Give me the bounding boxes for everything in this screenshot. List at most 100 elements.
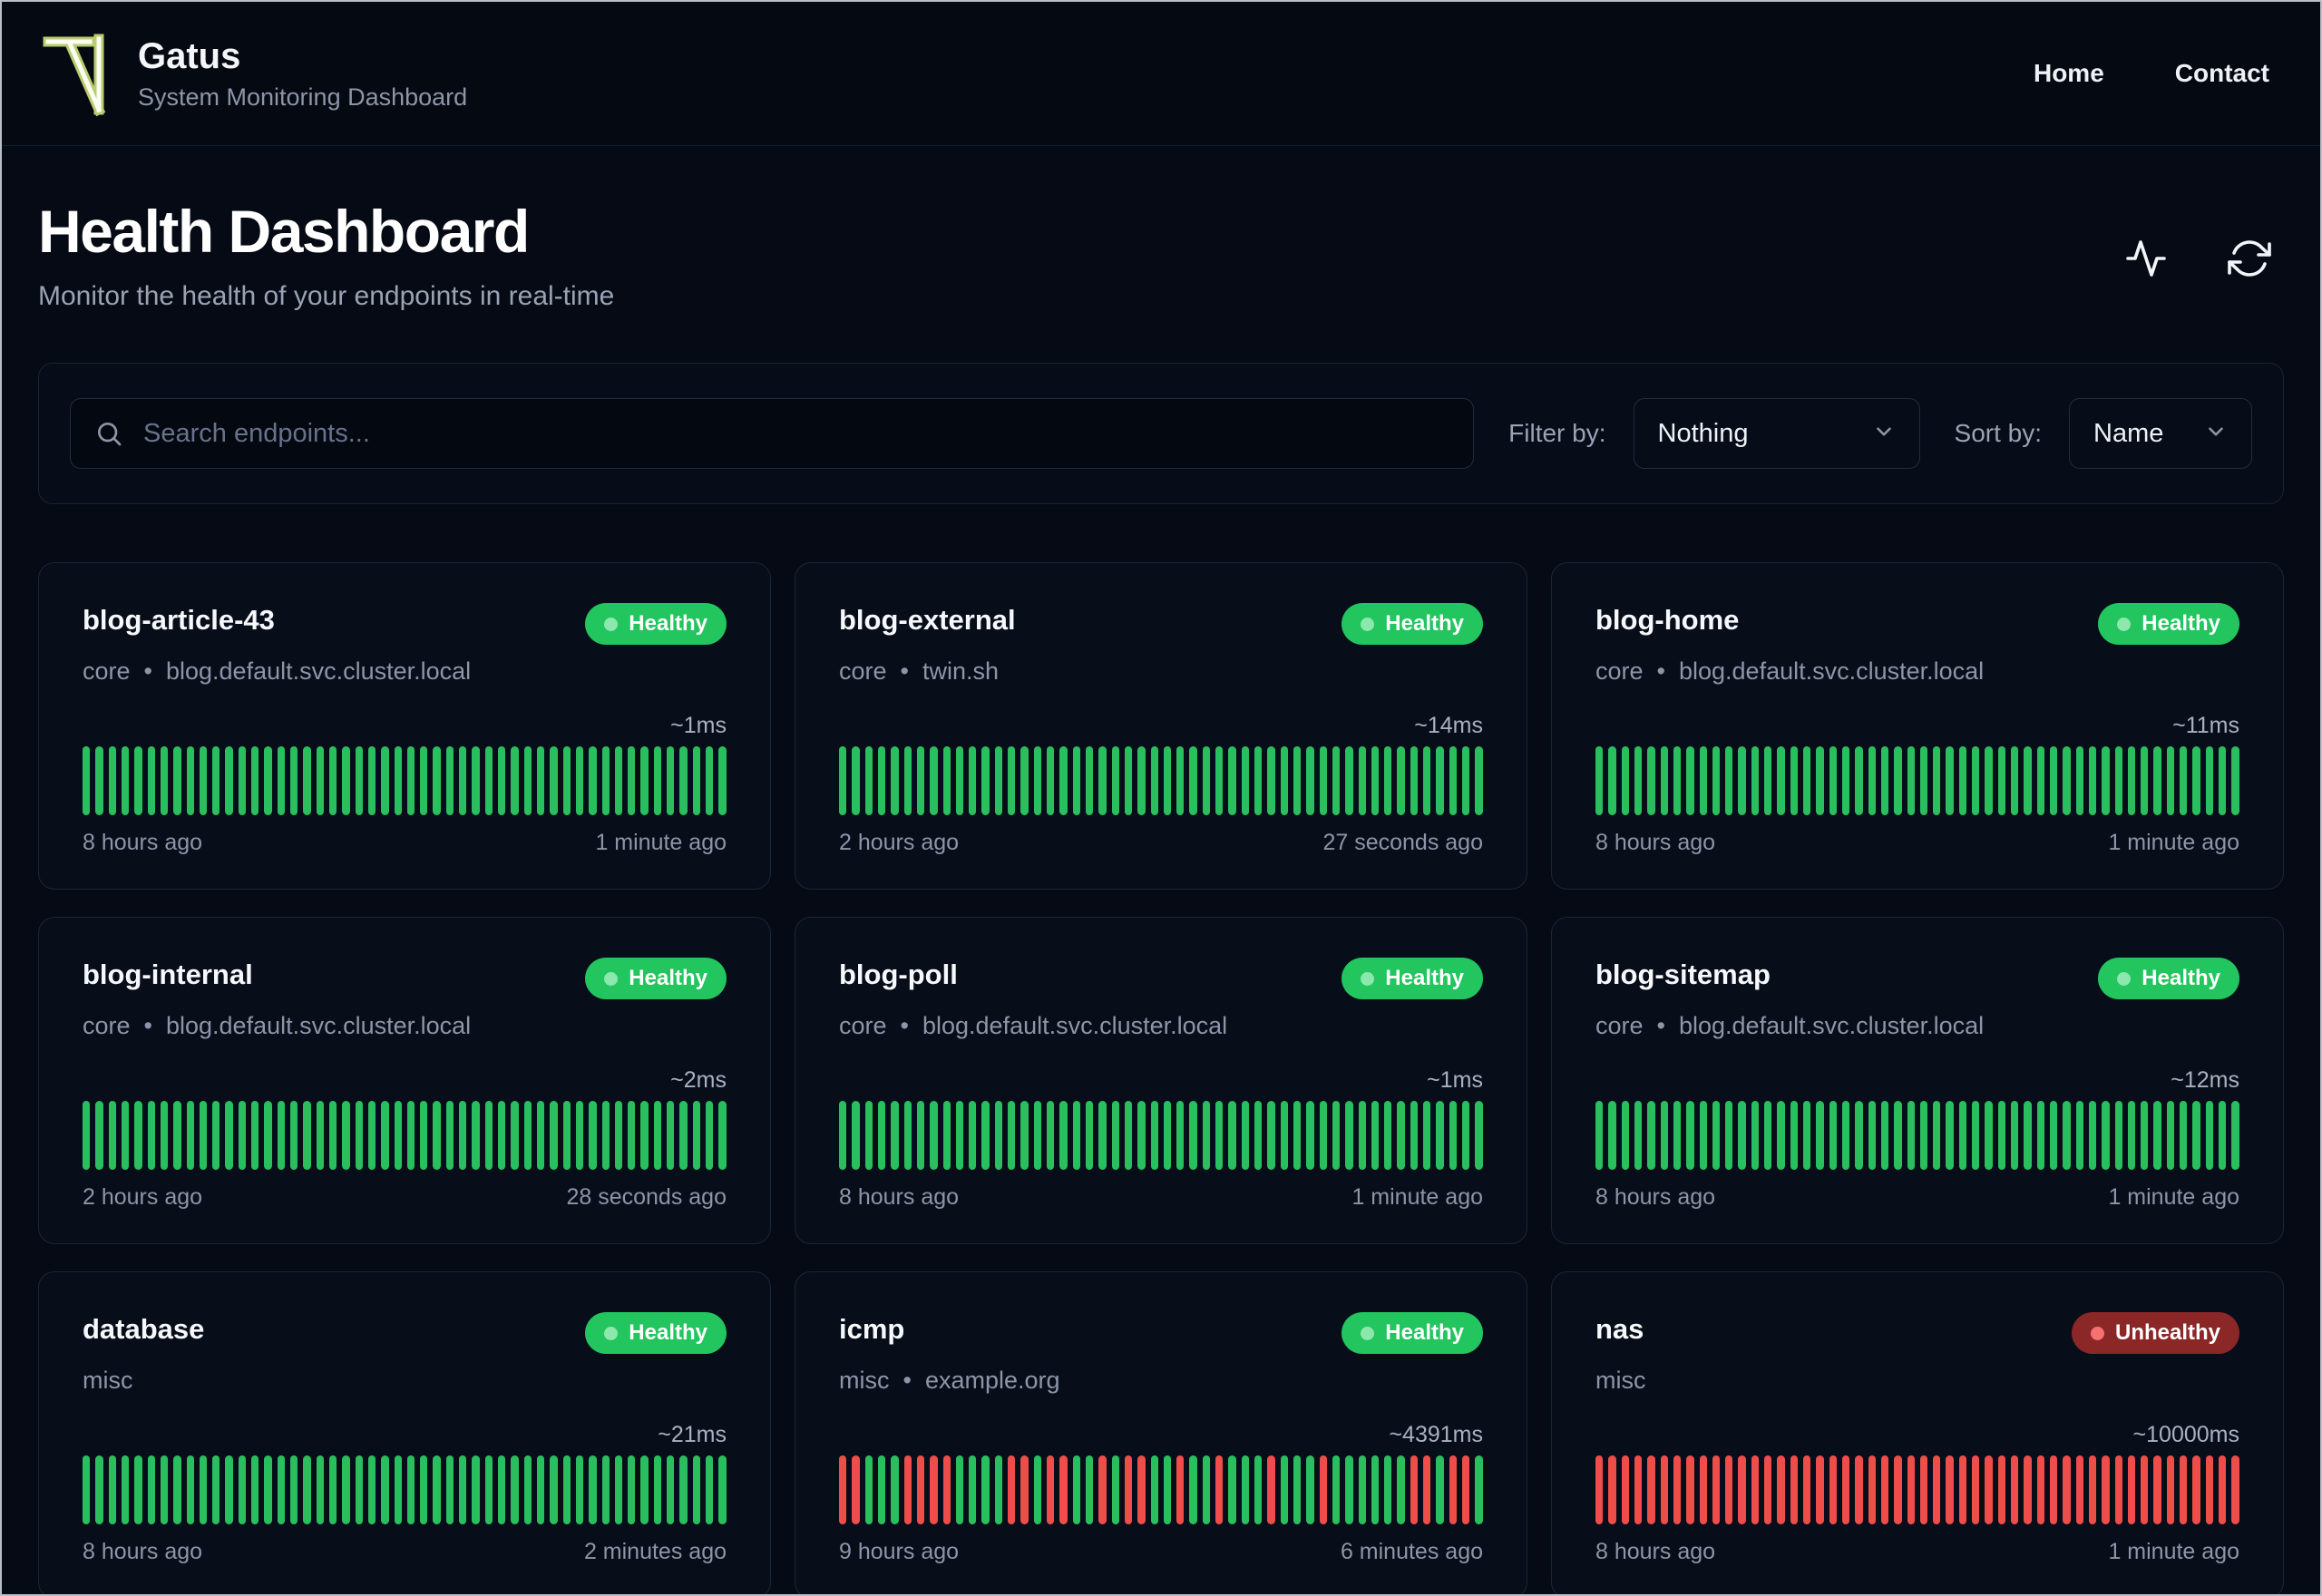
nav-link-contact[interactable]: Contact <box>2175 59 2269 88</box>
uptime-bar <box>1423 1455 1431 1525</box>
uptime-bar <box>472 1101 480 1171</box>
search-input[interactable] <box>141 417 1450 450</box>
endpoint-meta: core • blog.default.svc.cluster.local <box>83 657 727 686</box>
uptime-bar <box>303 746 311 816</box>
title-actions <box>2124 237 2284 283</box>
filter-by-label: Filter by: <box>1508 419 1606 448</box>
endpoint-card[interactable]: database Healthy misc • ~21ms 8 hours ag… <box>38 1271 771 1594</box>
uptime-bar <box>1855 746 1863 816</box>
uptime-bar <box>108 746 116 816</box>
uptime-bar <box>1855 1455 1863 1525</box>
uptime-bar <box>1267 1101 1275 1171</box>
uptime-bar <box>1047 1455 1055 1525</box>
uptime-bar <box>1621 746 1629 816</box>
uptime-bar <box>1371 1455 1380 1525</box>
endpoint-card[interactable]: blog-sitemap Healthy core • blog.default… <box>1551 917 2284 1245</box>
uptime-bar <box>692 746 700 816</box>
uptime-bar <box>692 1455 700 1525</box>
uptime-bar <box>1841 746 1850 816</box>
uptime-bar <box>589 1101 597 1171</box>
uptime-bar <box>1293 1101 1302 1171</box>
endpoint-name: icmp <box>839 1313 905 1346</box>
uptime-bar <box>562 1455 571 1525</box>
dot-separator: • <box>1656 657 1665 686</box>
filter-select[interactable]: Nothing <box>1633 398 1920 470</box>
uptime-bar <box>1790 1455 1798 1525</box>
uptime-bar <box>1332 1455 1341 1525</box>
refresh-icon[interactable] <box>2228 237 2271 283</box>
uptime-bar <box>511 1101 519 1171</box>
sort-select[interactable]: Name <box>2069 398 2252 470</box>
title-block: Health Dashboard Monitor the health of y… <box>38 200 614 312</box>
uptime-bar <box>969 1455 977 1525</box>
endpoint-name: blog-external <box>839 604 1016 637</box>
uptime-bar <box>251 1455 259 1525</box>
endpoint-card[interactable]: nas Unhealthy misc • ~10000ms 8 hours ag… <box>1551 1271 2284 1594</box>
uptime-bar <box>1699 746 1707 816</box>
uptime-bar <box>1384 1455 1392 1525</box>
uptime-bar <box>1319 746 1327 816</box>
uptime-range: 8 hours ago 1 minute ago <box>1595 830 2239 856</box>
status-dot-icon <box>604 971 619 986</box>
endpoint-meta: misc • <box>1595 1367 2239 1395</box>
uptime-bar <box>1072 1455 1080 1525</box>
uptime-range: 2 hours ago 28 seconds ago <box>83 1184 727 1211</box>
endpoint-card[interactable]: blog-poll Healthy core • blog.default.sv… <box>795 917 1527 1245</box>
endpoint-card[interactable]: blog-external Healthy core • twin.sh ~14… <box>795 562 1527 890</box>
uptime-bar <box>1608 746 1616 816</box>
uptime-bar <box>381 1455 389 1525</box>
uptime-bar <box>212 1101 220 1171</box>
endpoint-group: core <box>83 657 131 686</box>
uptime-bar <box>1751 1455 1760 1525</box>
uptime-bar <box>484 1101 493 1171</box>
endpoint-card[interactable]: blog-internal Healthy core • blog.defaul… <box>38 917 771 1245</box>
uptime-bar <box>1254 1455 1263 1525</box>
uptime-bar <box>342 1101 350 1171</box>
nav-link-home[interactable]: Home <box>2034 59 2104 88</box>
uptime-bar <box>2180 1455 2188 1525</box>
endpoint-card[interactable]: icmp Healthy misc • example.org ~4391ms … <box>795 1271 1527 1594</box>
uptime-bar <box>1150 746 1158 816</box>
uptime-bar <box>1306 1101 1314 1171</box>
uptime-bar <box>1124 1455 1133 1525</box>
uptime-bar <box>342 1455 350 1525</box>
uptime-bar <box>355 1101 363 1171</box>
uptime-bar <box>1790 746 1798 816</box>
uptime-bar <box>83 1101 91 1171</box>
uptime-bar <box>2088 1101 2097 1171</box>
uptime-bar <box>445 746 454 816</box>
status-label: Healthy <box>629 1320 707 1346</box>
status-dot-icon <box>1361 971 1375 986</box>
uptime-bar <box>406 746 415 816</box>
range-start: 8 hours ago <box>1595 1184 1716 1211</box>
uptime-bar <box>1958 1101 1967 1171</box>
uptime-bar <box>1345 1455 1353 1525</box>
uptime-bar <box>640 1455 649 1525</box>
sort-select-value: Name <box>2093 418 2164 448</box>
uptime-bar <box>839 1455 847 1525</box>
uptime-bar <box>2166 746 2175 816</box>
uptime-bar <box>225 1455 233 1525</box>
uptime-bars <box>839 1101 1483 1171</box>
uptime-bars <box>1595 1455 2239 1525</box>
uptime-bar <box>1436 1455 1444 1525</box>
uptime-bar <box>420 1455 428 1525</box>
activity-pulse-icon[interactable] <box>2124 237 2168 283</box>
uptime-bar <box>1319 1101 1327 1171</box>
app-subtitle: System Monitoring Dashboard <box>138 83 468 111</box>
uptime-bars <box>83 1101 727 1171</box>
endpoint-card[interactable]: blog-article-43 Healthy core • blog.defa… <box>38 562 771 890</box>
uptime-bar <box>264 1101 272 1171</box>
uptime-bar <box>981 746 990 816</box>
uptime-bar <box>1150 1101 1158 1171</box>
endpoint-card[interactable]: blog-home Healthy core • blog.default.sv… <box>1551 562 2284 890</box>
uptime-bar <box>891 1455 899 1525</box>
uptime-bar <box>1293 1455 1302 1525</box>
uptime-bar <box>160 746 169 816</box>
response-time: ~12ms <box>2171 1067 2239 1094</box>
uptime-bar <box>930 1101 938 1171</box>
uptime-bar <box>1894 1455 1902 1525</box>
uptime-bar <box>1841 1101 1850 1171</box>
uptime-bar <box>1829 1101 1837 1171</box>
uptime-bar <box>942 1455 951 1525</box>
